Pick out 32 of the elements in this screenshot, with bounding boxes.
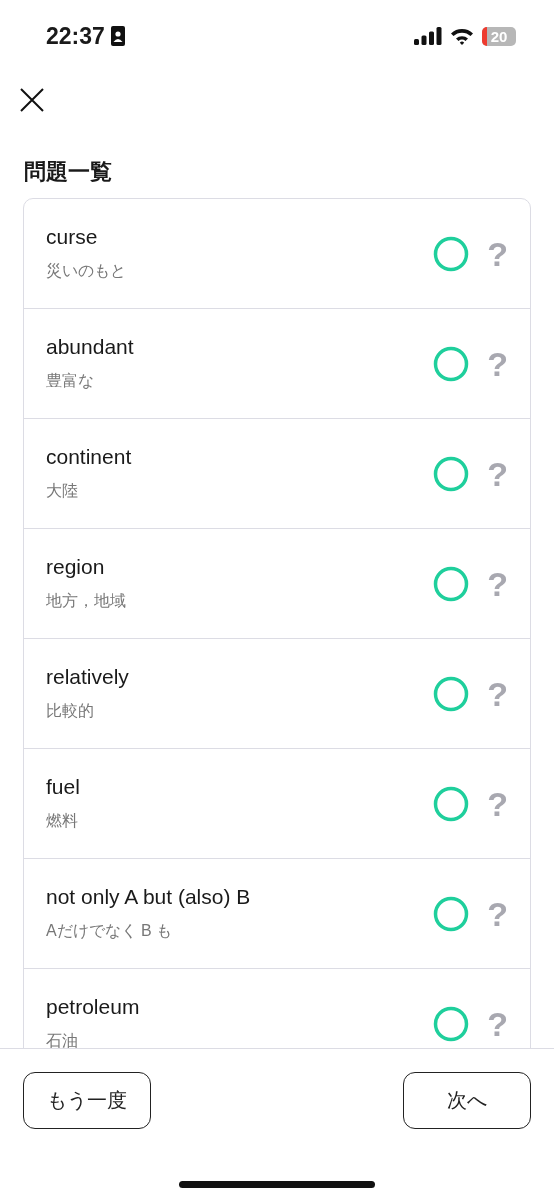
japanese-meaning: 比較的 <box>46 700 95 721</box>
english-word: continent <box>46 444 133 469</box>
english-word: region <box>46 554 106 579</box>
page-title: 問題一覧 <box>24 158 113 186</box>
hint-mark[interactable]: ? <box>487 675 508 712</box>
retry-button[interactable]: もう一度 <box>23 1072 151 1129</box>
japanese-meaning: 大陸 <box>46 480 79 501</box>
japanese-meaning: 豊富な <box>46 370 95 391</box>
next-button[interactable]: 次へ <box>403 1072 531 1129</box>
japanese-meaning: 地方，地域 <box>46 590 127 611</box>
status-time: 22:37 <box>46 22 105 50</box>
japanese-meaning: 石油 <box>46 1030 79 1048</box>
wifi-icon <box>450 27 474 45</box>
english-word: relatively <box>46 664 130 689</box>
english-word: curse <box>46 224 99 249</box>
english-word: abundant <box>46 334 135 359</box>
hint-mark[interactable]: ? <box>487 895 508 932</box>
hint-mark[interactable]: ? <box>487 1005 508 1042</box>
hint-mark[interactable]: ? <box>487 345 508 382</box>
signal-icon <box>414 27 442 45</box>
hint-mark[interactable]: ? <box>487 565 508 602</box>
japanese-meaning: 災いのもと <box>46 260 127 281</box>
english-word: fuel <box>46 774 81 799</box>
english-word: not only A but (also) B <box>46 884 252 909</box>
japanese-meaning: 燃料 <box>46 810 79 831</box>
hint-mark[interactable]: ? <box>487 455 508 492</box>
id-card-icon <box>110 26 125 46</box>
hint-mark[interactable]: ? <box>487 785 508 822</box>
english-word: petroleum <box>46 994 141 1019</box>
japanese-meaning: Aだけでなく B も <box>46 920 174 941</box>
hint-mark[interactable]: ? <box>487 235 508 272</box>
battery-icon: 20 <box>482 26 516 46</box>
